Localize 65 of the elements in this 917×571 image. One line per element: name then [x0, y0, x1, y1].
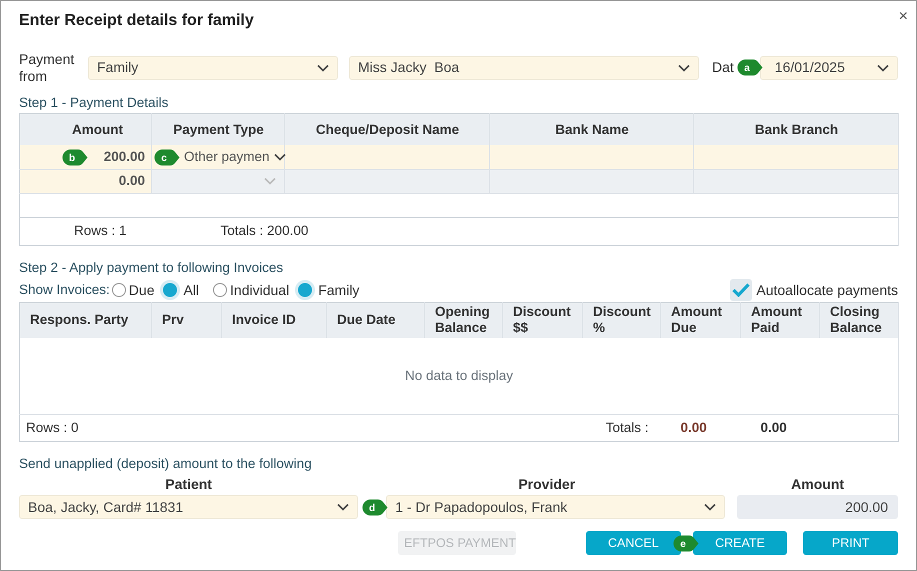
- payment-type-dropdown[interactable]: Other paymen: [180, 146, 294, 168]
- column-header: Amount: [20, 113, 152, 146]
- dialog-title: Enter Receipt details for family: [19, 11, 255, 31]
- close-button[interactable]: ×: [898, 9, 908, 25]
- radio-option[interactable]: Due: [112, 280, 154, 301]
- radio-option[interactable]: All: [160, 280, 200, 301]
- chevron-icon: [877, 64, 889, 72]
- payment-row[interactable]: b 200.00 c Other paymen: [20, 145, 898, 170]
- amount-field[interactable]: 200.00: [737, 495, 898, 520]
- totals-label: Totals :: [606, 420, 648, 435]
- column-header: Amount Due: [660, 302, 740, 338]
- field-label: Payment from: [19, 51, 76, 85]
- payment-from-dropdown[interactable]: Family: [88, 56, 338, 80]
- column-label: Provider: [517, 475, 576, 494]
- callout-marker: c: [154, 148, 180, 166]
- provider-dropdown[interactable]: 1 - Dr Papadopoulos, Frank: [386, 495, 726, 520]
- amount-value: 200.00: [104, 148, 145, 166]
- column-header: Payment Type: [152, 113, 284, 146]
- table-cell[interactable]: [284, 169, 490, 194]
- payer-dropdown[interactable]: Miss Jacky Boa: [349, 56, 699, 80]
- column-header: Bank Branch: [694, 113, 898, 146]
- column-header: Discount $$: [502, 302, 582, 338]
- column-header: Prv: [152, 302, 222, 338]
- date-dropdown[interactable]: 16/01/2025: [760, 56, 898, 80]
- row-count: Rows : 0: [26, 420, 79, 435]
- column-header: Discount %: [582, 302, 660, 338]
- callout-marker: b: [62, 148, 88, 166]
- column-header: Closing Balance: [820, 302, 898, 338]
- column-header: Amount Paid: [740, 302, 820, 338]
- row-count: Rows : 1: [74, 222, 127, 240]
- radio-option[interactable]: Family: [295, 280, 360, 301]
- chevron-icon: [317, 64, 329, 72]
- column-header: Due Date: [326, 302, 424, 338]
- patient-dropdown[interactable]: Boa, Jacky, Card# 11831: [19, 495, 358, 520]
- callout-marker: e: [672, 534, 699, 552]
- chevron-icon: [274, 153, 286, 162]
- column-header: Opening Balance: [424, 302, 502, 338]
- radio-option[interactable]: Individual: [213, 280, 290, 301]
- callout-marker: d: [362, 498, 388, 516]
- column-label: Amount: [790, 475, 846, 494]
- total-value: 0.00: [680, 420, 707, 435]
- section-label: Step 1 - Payment Details: [19, 94, 170, 112]
- column-header: Bank Name: [490, 113, 694, 146]
- payment-row[interactable]: 0.00: [20, 169, 898, 194]
- column-label: Patient: [164, 475, 213, 494]
- autoallocate-checkbox[interactable]: Autoallocate payments: [730, 279, 898, 302]
- chevron-icon: [678, 64, 690, 72]
- section-label: Send unapplied (deposit) amount to the following: [19, 455, 313, 474]
- amount-value: 0.00: [118, 172, 145, 190]
- table-cell[interactable]: [694, 169, 898, 194]
- field-label: Show Invoices:: [19, 280, 110, 299]
- callout-marker: a: [736, 59, 763, 76]
- empty-message: No data to display: [404, 368, 514, 383]
- column-header: Respons. Party: [20, 302, 152, 338]
- column-header: Cheque/Deposit Name: [284, 113, 490, 146]
- column-header: Invoice ID: [222, 302, 326, 338]
- totals-text: Totals : 200.00: [220, 222, 308, 240]
- total-value: 0.00: [760, 420, 787, 435]
- table-cell[interactable]: [490, 169, 694, 194]
- chevron-icon: [704, 503, 716, 512]
- chevron-icon: [337, 503, 350, 512]
- chevron-icon: [264, 177, 276, 186]
- field-label: Dat: [712, 58, 734, 78]
- checkmark-icon: [732, 283, 750, 298]
- section-label: Step 2 - Apply payment to following Invoices: [19, 258, 284, 277]
